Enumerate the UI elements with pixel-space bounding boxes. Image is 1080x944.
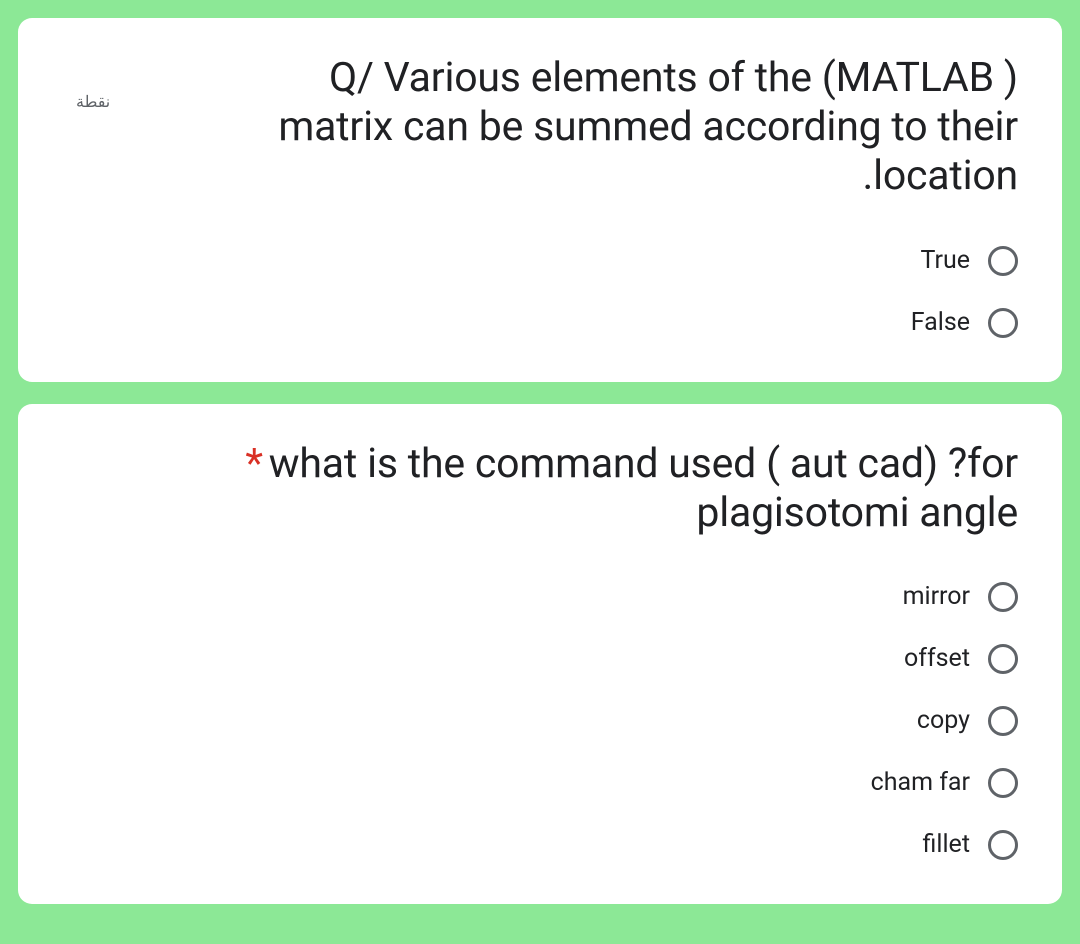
question-text: *what is the command used ( aut cad) ?fo… — [212, 440, 1018, 538]
radio-option[interactable]: copy — [917, 706, 1018, 736]
radio-icon — [988, 706, 1018, 736]
option-label: mirror — [903, 582, 970, 611]
option-label: cham far — [871, 768, 970, 797]
radio-icon — [988, 582, 1018, 612]
radio-icon — [988, 246, 1018, 276]
option-label: True — [920, 246, 970, 275]
points-badge: نقطة — [76, 92, 110, 111]
radio-option[interactable]: fillet — [923, 830, 1018, 860]
radio-option[interactable]: offset — [904, 644, 1018, 674]
options-group: mirror offset copy cham far fillet — [62, 582, 1018, 860]
radio-option[interactable]: False — [911, 308, 1018, 338]
radio-icon — [988, 768, 1018, 798]
option-label: fillet — [923, 830, 970, 859]
option-label: offset — [904, 644, 970, 673]
question-text: Q/ Various elements of the (MATLAB ) mat… — [212, 54, 1018, 202]
radio-icon — [988, 644, 1018, 674]
radio-icon — [988, 830, 1018, 860]
option-label: False — [911, 308, 970, 337]
radio-icon — [988, 308, 1018, 338]
required-star-icon: * — [245, 440, 262, 488]
radio-option[interactable]: cham far — [871, 768, 1018, 798]
question-card: نقطة Q/ Various elements of the (MATLAB … — [18, 18, 1062, 382]
option-label: copy — [917, 706, 970, 735]
radio-option[interactable]: mirror — [903, 582, 1018, 612]
question-card: *what is the command used ( aut cad) ?fo… — [18, 404, 1062, 904]
question-text-body: what is the command used ( aut cad) ?for… — [269, 440, 1018, 537]
options-group: True False — [62, 246, 1018, 338]
radio-option[interactable]: True — [920, 246, 1018, 276]
